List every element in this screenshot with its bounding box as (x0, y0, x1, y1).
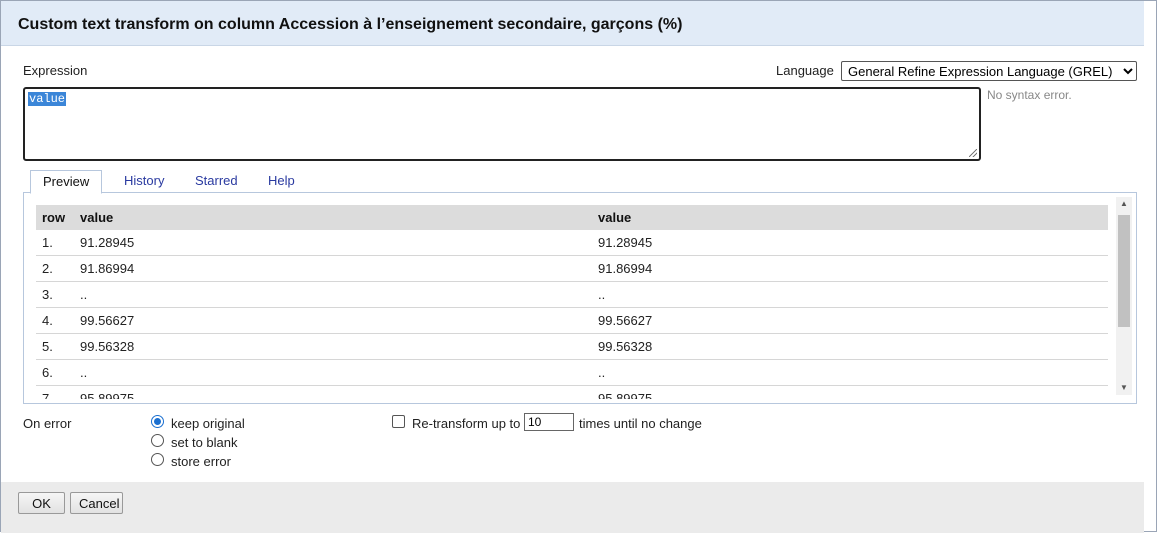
dialog-title: Custom text transform on column Accessio… (18, 16, 683, 33)
preview-panel: row value value 1. 91.28945 91.28945 2. (23, 192, 1137, 404)
header-row: row (36, 205, 74, 230)
expression-label: Expression (23, 63, 88, 78)
header-original-value: value (74, 205, 592, 230)
syntax-status: No syntax error. (987, 88, 1072, 102)
row-number: 7. (36, 385, 74, 399)
row-number: 4. (36, 307, 74, 334)
row-number: 3. (36, 281, 74, 308)
retransform-label-before: Re-transform up to (412, 416, 521, 431)
header-result-value: value (592, 205, 1108, 230)
row-number: 1. (36, 230, 74, 256)
language-select[interactable]: General Refine Expression Language (GREL… (841, 61, 1137, 81)
result-value: 91.86994 (592, 255, 1108, 282)
original-value: .. (74, 281, 592, 308)
custom-text-transform-dialog: Custom text transform on column Accessio… (0, 0, 1157, 533)
scroll-thumb[interactable] (1118, 215, 1130, 327)
scroll-up-icon[interactable]: ▲ (1116, 197, 1132, 211)
row-number: 6. (36, 359, 74, 386)
table-row: 6. .. .. (36, 359, 1108, 386)
preview-header-row: row value value (36, 205, 1108, 230)
resize-grip-icon[interactable] (969, 149, 977, 157)
result-value: 95.89975 (592, 385, 1108, 399)
on-error-label: On error (23, 416, 72, 431)
original-value: 99.56627 (74, 307, 592, 334)
original-value: 99.56328 (74, 333, 592, 360)
result-value: 91.28945 (592, 230, 1108, 256)
retransform-times-input[interactable] (524, 413, 574, 431)
table-row: 4. 99.56627 99.56627 (36, 307, 1108, 334)
radio-store-error[interactable] (151, 453, 164, 466)
original-value: .. (74, 359, 592, 386)
retransform-checkbox[interactable] (392, 415, 405, 428)
radio-set-to-blank-label[interactable]: set to blank (171, 435, 238, 450)
expression-textarea[interactable]: value (23, 87, 981, 161)
ok-button[interactable]: OK (18, 492, 65, 514)
result-value: .. (592, 281, 1108, 308)
expression-text: value (28, 92, 67, 106)
tab-help[interactable]: Help (268, 170, 295, 192)
radio-keep-original[interactable] (151, 415, 164, 428)
tab-starred[interactable]: Starred (195, 170, 238, 192)
result-value: 99.56627 (592, 307, 1108, 334)
dialog-titlebar: Custom text transform on column Accessio… (1, 1, 1144, 46)
table-row: 3. .. .. (36, 281, 1108, 308)
table-row: 7. 95.89975 95.89975 (36, 385, 1108, 399)
dialog-footer: OK Cancel (1, 482, 1144, 533)
scroll-down-icon[interactable]: ▼ (1116, 381, 1132, 395)
original-value: 91.86994 (74, 255, 592, 282)
tab-preview[interactable]: Preview (30, 170, 103, 194)
radio-store-error-label[interactable]: store error (171, 454, 231, 469)
row-number: 5. (36, 333, 74, 360)
original-value: 91.28945 (74, 230, 592, 256)
table-row: 2. 91.86994 91.86994 (36, 255, 1108, 282)
preview-scrollbar[interactable]: ▲ ▼ (1116, 197, 1132, 395)
retransform-label-after: times until no change (579, 416, 702, 431)
preview-table: row value value 1. 91.28945 91.28945 2. (36, 205, 1108, 399)
row-number: 2. (36, 255, 74, 282)
cancel-button[interactable]: Cancel (70, 492, 123, 514)
table-row: 1. 91.28945 91.28945 (36, 230, 1108, 256)
result-value: 99.56328 (592, 333, 1108, 360)
language-label: Language (776, 63, 834, 78)
radio-set-to-blank[interactable] (151, 434, 164, 447)
tab-history[interactable]: History (124, 170, 164, 192)
table-row: 5. 99.56328 99.56328 (36, 333, 1108, 360)
preview-table-container[interactable]: row value value 1. 91.28945 91.28945 2. (36, 205, 1108, 399)
dialog-body: Expression Language General Refine Expre… (1, 46, 1144, 482)
original-value: 95.89975 (74, 385, 592, 399)
radio-keep-original-label[interactable]: keep original (171, 416, 245, 431)
result-value: .. (592, 359, 1108, 386)
